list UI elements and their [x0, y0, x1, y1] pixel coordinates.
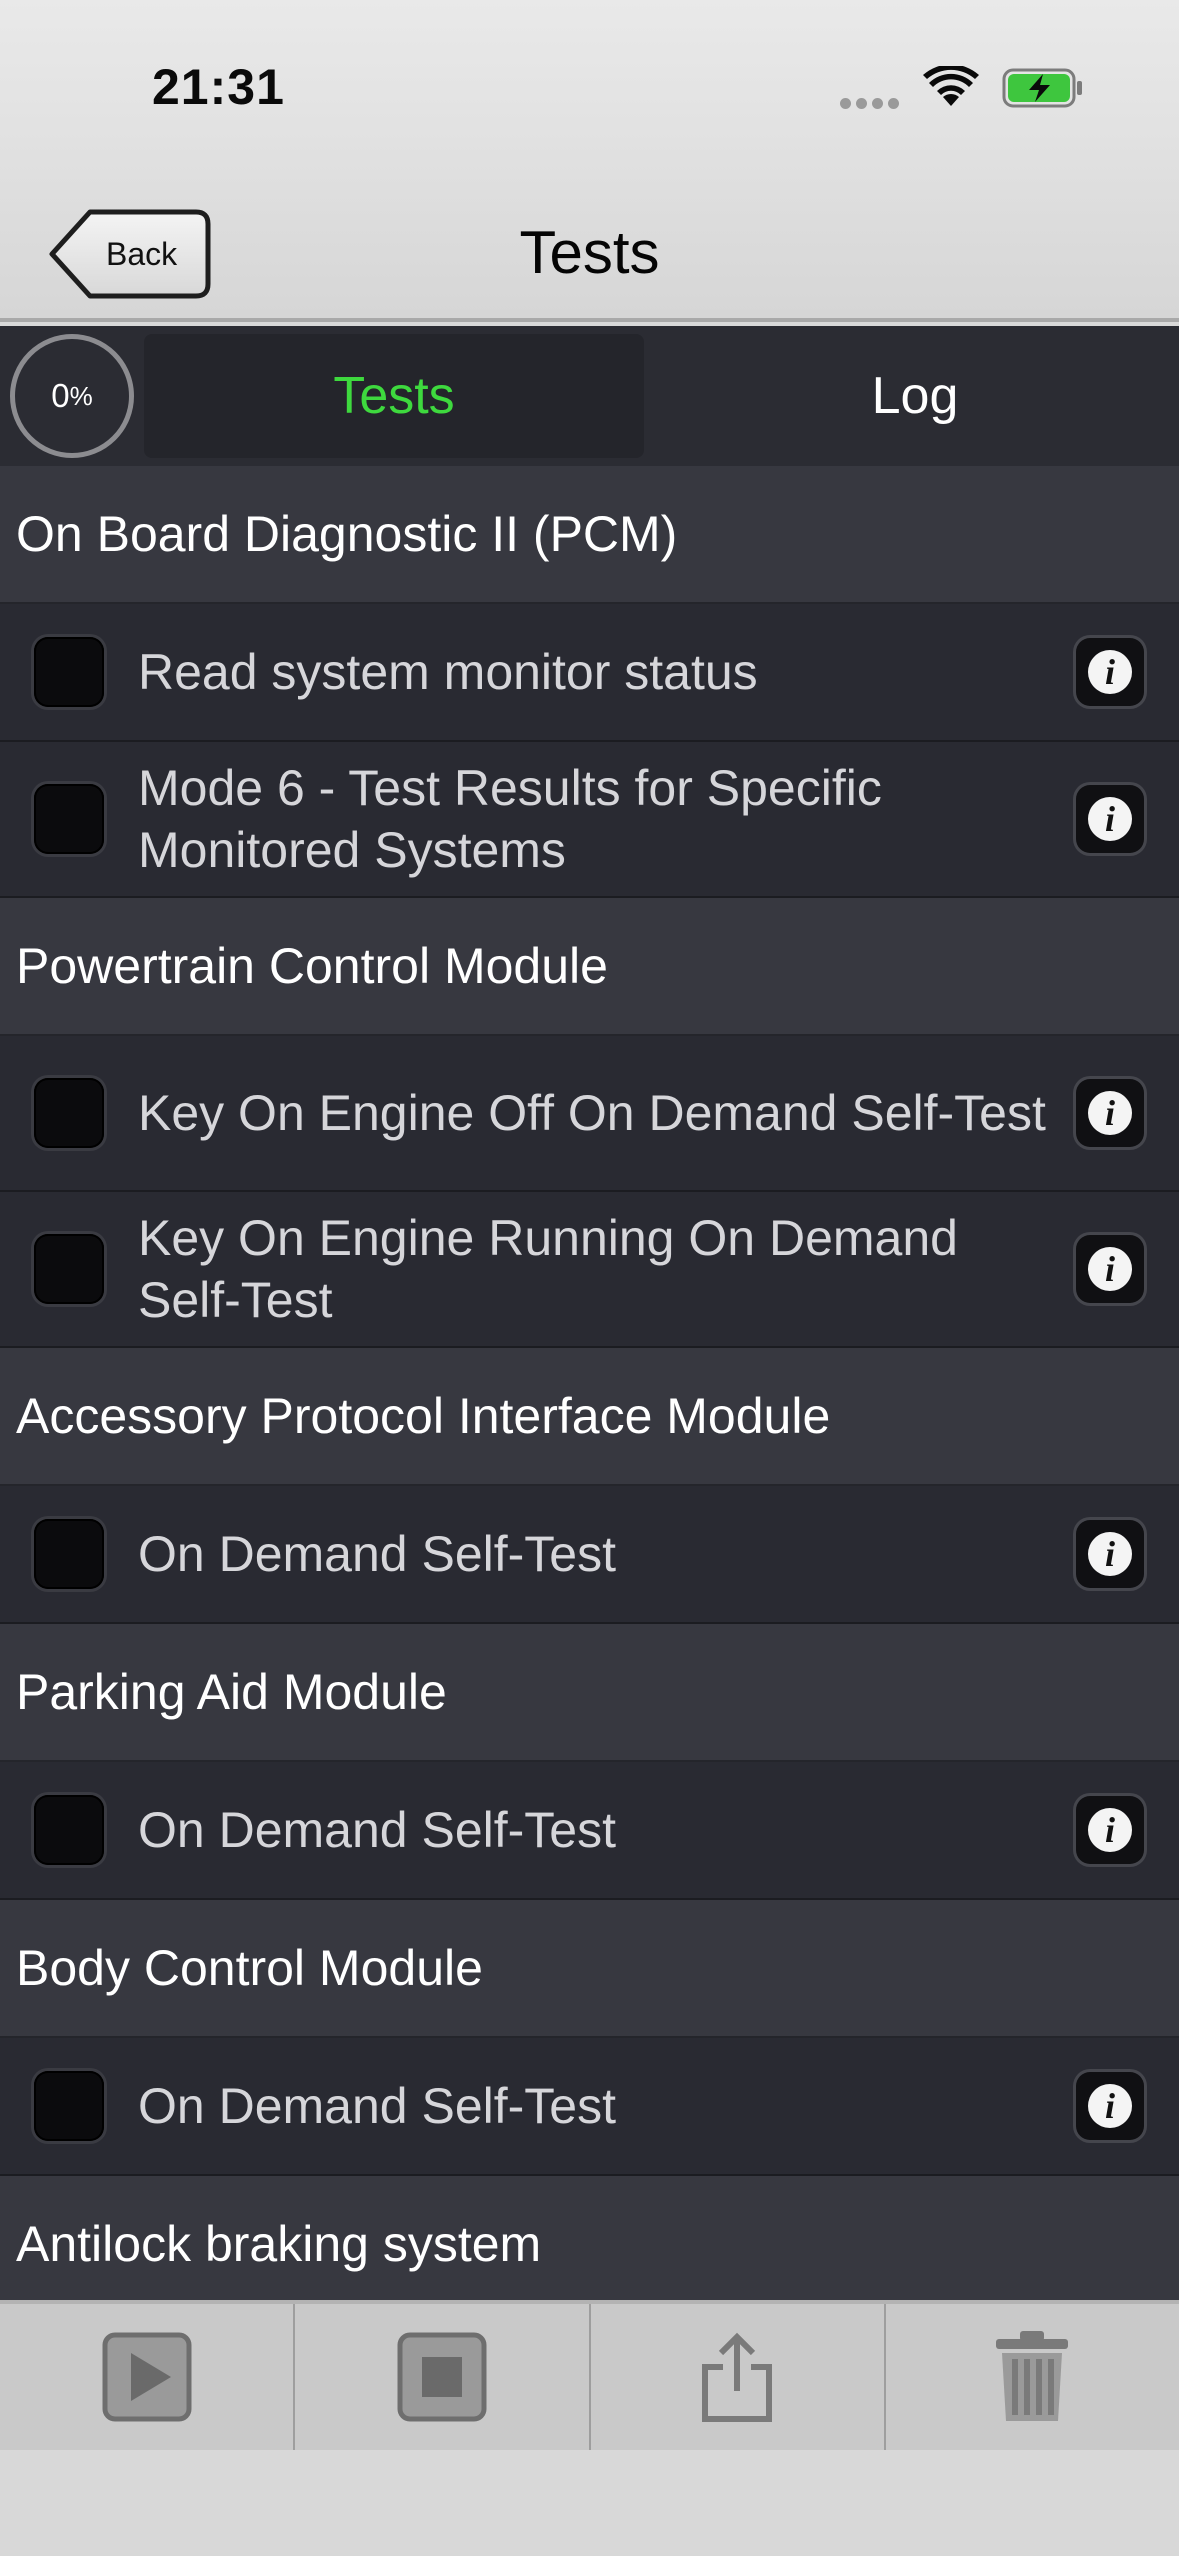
tests-list: On Board Diagnostic II (PCM) Read system… — [0, 466, 1179, 2300]
header: 21:31 Back Tests — [0, 0, 1179, 322]
info-button[interactable]: i — [1076, 1520, 1144, 1588]
info-icon: i — [1088, 1808, 1132, 1852]
status-icons — [840, 62, 1090, 112]
info-button[interactable]: i — [1076, 785, 1144, 853]
info-button[interactable]: i — [1076, 1079, 1144, 1147]
section-header: On Board Diagnostic II (PCM) — [0, 466, 1179, 604]
info-button[interactable]: i — [1076, 1796, 1144, 1864]
progress-value: 0 — [51, 377, 70, 414]
info-icon: i — [1088, 1247, 1132, 1291]
status-time: 21:31 — [152, 59, 285, 115]
wifi-icon — [923, 66, 979, 106]
cellular-signal-icon — [840, 96, 904, 114]
info-icon: i — [1088, 2084, 1132, 2128]
share-icon — [702, 2332, 773, 2422]
bottom-toolbar — [0, 2300, 1179, 2450]
test-checkbox[interactable] — [34, 637, 104, 707]
test-checkbox[interactable] — [34, 1078, 104, 1148]
list-item[interactable]: On Demand Self-Test i — [0, 1762, 1179, 1900]
section-header: Body Control Module — [0, 1900, 1179, 2038]
section-header: Parking Aid Module — [0, 1624, 1179, 1762]
list-item-label: Key On Engine Off On Demand Self-Test — [138, 1085, 1046, 1141]
home-indicator-area — [0, 2450, 1179, 2556]
info-button[interactable]: i — [1076, 2072, 1144, 2140]
tab-log[interactable]: Log — [655, 334, 1175, 458]
play-icon — [102, 2332, 192, 2422]
list-item-label: On Demand Self-Test — [138, 1802, 616, 1858]
list-item[interactable]: Read system monitor status i — [0, 604, 1179, 742]
info-button[interactable]: i — [1076, 1235, 1144, 1303]
list-item-label: On Demand Self-Test — [138, 2078, 616, 2134]
list-item[interactable]: On Demand Self-Test i — [0, 2038, 1179, 2176]
battery-charging-icon — [1002, 68, 1082, 108]
segment-bar: 0% Tests Log — [0, 326, 1179, 466]
list-item[interactable]: On Demand Self-Test i — [0, 1486, 1179, 1624]
play-button[interactable] — [0, 2304, 296, 2450]
trash-icon — [996, 2331, 1069, 2421]
list-item-label: Key On Engine Running On Demand Self-Tes… — [138, 1210, 958, 1328]
delete-button[interactable] — [886, 2304, 1179, 2450]
info-button[interactable]: i — [1076, 638, 1144, 706]
list-item-label: On Demand Self-Test — [138, 1526, 616, 1582]
info-icon: i — [1088, 650, 1132, 694]
stop-icon — [397, 2332, 487, 2422]
stop-button[interactable] — [295, 2304, 591, 2450]
list-item[interactable]: Mode 6 - Test Results for Specific Monit… — [0, 742, 1179, 898]
share-button[interactable] — [591, 2304, 886, 2450]
info-icon: i — [1088, 797, 1132, 841]
info-icon: i — [1088, 1091, 1132, 1135]
info-icon: i — [1088, 1532, 1132, 1576]
test-checkbox[interactable] — [34, 1234, 104, 1304]
section-header: Accessory Protocol Interface Module — [0, 1348, 1179, 1486]
list-item[interactable]: Key On Engine Off On Demand Self-Test i — [0, 1036, 1179, 1192]
list-item-label: Mode 6 - Test Results for Specific Monit… — [138, 760, 882, 878]
test-checkbox[interactable] — [34, 784, 104, 854]
list-item-label: Read system monitor status — [138, 644, 758, 700]
list-item[interactable]: Key On Engine Running On Demand Self-Tes… — [0, 1192, 1179, 1348]
test-checkbox[interactable] — [34, 1519, 104, 1589]
page-title: Tests — [519, 219, 660, 286]
section-header: Powertrain Control Module — [0, 898, 1179, 1036]
test-checkbox[interactable] — [34, 2071, 104, 2141]
test-checkbox[interactable] — [34, 1795, 104, 1865]
progress-indicator: 0% — [10, 334, 134, 458]
section-header: Antilock braking system — [0, 2176, 1179, 2300]
progress-unit: % — [69, 380, 93, 411]
tab-tests[interactable]: Tests — [144, 334, 644, 458]
